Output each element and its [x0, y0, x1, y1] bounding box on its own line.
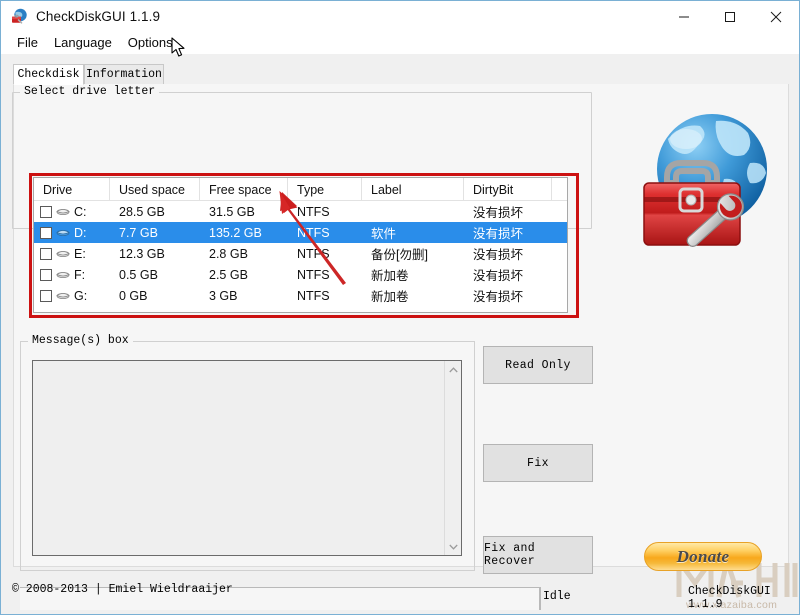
application-window: CheckDiskGUI 1.1.9 File Language Options… [0, 0, 800, 615]
drive-cell: C: [34, 201, 110, 222]
window-controls [661, 1, 799, 32]
label-cell: 备份[勿删] [371, 248, 428, 262]
drive-cell: D: [34, 222, 110, 243]
drive-cell: E: [34, 243, 110, 264]
donate-button[interactable]: Donate [644, 542, 762, 571]
dirtybit-cell: 没有损坏 [473, 227, 524, 241]
type-cell: NTFS [297, 204, 330, 219]
message-text[interactable] [33, 361, 444, 555]
window-title: CheckDiskGUI 1.1.9 [36, 9, 161, 24]
scroll-up-icon[interactable] [445, 361, 462, 378]
fix-button[interactable]: Fix [483, 444, 593, 482]
title-bar: CheckDiskGUI 1.1.9 [1, 1, 799, 32]
used-space-cell: 0 GB [119, 288, 148, 303]
status-divider [540, 587, 541, 610]
free-space-cell: 2.5 GB [209, 267, 248, 282]
drive-cell: F: [34, 264, 110, 285]
column-header-used-space[interactable]: Used space [110, 178, 200, 201]
row-checkbox[interactable] [40, 226, 52, 239]
read-only-button[interactable]: Read Only [483, 346, 593, 384]
type-cell: NTFS [297, 267, 330, 282]
hard-disk-icon [56, 251, 70, 257]
column-header-filler [552, 178, 567, 201]
free-space-cell: 2.8 GB [209, 246, 248, 261]
tab-strip: Checkdisk Information [13, 64, 789, 85]
column-header-label[interactable]: Label [362, 178, 464, 201]
type-cell: NTFS [297, 288, 330, 303]
table-row[interactable]: C: 28.5 GB 31.5 GB NTFS 没有损坏 [34, 201, 567, 222]
row-checkbox[interactable] [40, 247, 52, 260]
free-space-cell: 135.2 GB [209, 225, 262, 240]
drive-letter: C: [74, 204, 87, 219]
message-scrollbar[interactable] [444, 361, 461, 555]
drive-letter: D: [74, 225, 87, 240]
menu-item-language[interactable]: Language [46, 34, 120, 52]
status-state: Idle [543, 590, 571, 603]
column-header-dirtybit[interactable]: DirtyBit [464, 178, 552, 201]
fix-and-recover-button[interactable]: Fix and Recover [483, 536, 593, 574]
drive-group-legend: Select drive letter [20, 85, 160, 98]
minimize-button[interactable] [661, 1, 707, 32]
tab-information[interactable]: Information [84, 64, 164, 85]
drive-letter: G: [74, 288, 88, 303]
scroll-down-icon[interactable] [445, 538, 462, 555]
label-cell: 软件 [371, 227, 397, 241]
column-header-free-space[interactable]: Free space [200, 178, 288, 201]
dirtybit-cell: 没有损坏 [473, 269, 524, 283]
row-checkbox[interactable] [40, 289, 52, 302]
hard-disk-icon [56, 293, 70, 299]
column-header-drive[interactable]: Drive [34, 178, 110, 201]
drive-letter: F: [74, 267, 86, 282]
used-space-cell: 7.7 GB [119, 225, 158, 240]
menu-bar: File Language Options [1, 32, 799, 54]
drive-letter: E: [74, 246, 86, 261]
column-header-type[interactable]: Type [288, 178, 362, 201]
free-space-cell: 31.5 GB [209, 204, 255, 219]
close-button[interactable] [753, 1, 799, 32]
table-row[interactable]: D: 7.7 GB 135.2 GB NTFS 软件 没有损坏 [34, 222, 567, 243]
globe-toolbox-icon [620, 101, 782, 257]
donate-label: Donate [676, 546, 730, 566]
table-row[interactable]: G: 0 GB 3 GB NTFS 新加卷 没有损坏 [34, 285, 567, 306]
label-cell: 新加卷 [371, 290, 409, 304]
label-cell [362, 201, 464, 222]
dirtybit-cell: 没有损坏 [473, 290, 524, 304]
hard-disk-icon [56, 272, 70, 278]
used-space-cell: 12.3 GB [119, 246, 165, 261]
drive-list-header: Drive Used space Free space Type Label D… [34, 178, 567, 201]
label-cell: 新加卷 [371, 269, 409, 283]
drive-list[interactable]: Drive Used space Free space Type Label D… [33, 177, 568, 313]
dirtybit-cell: 没有损坏 [473, 206, 524, 220]
table-row[interactable]: F: 0.5 GB 2.5 GB NTFS 新加卷 没有损坏 [34, 264, 567, 285]
hard-disk-icon [56, 209, 70, 215]
mouse-cursor [171, 37, 185, 57]
message-group-legend: Message(s) box [28, 334, 133, 347]
table-row[interactable]: E: 12.3 GB 2.8 GB NTFS 备份[勿删] 没有损坏 [34, 243, 567, 264]
row-checkbox[interactable] [40, 205, 52, 218]
hard-disk-icon [56, 230, 70, 236]
app-icon [10, 8, 28, 26]
used-space-cell: 28.5 GB [119, 204, 165, 219]
free-space-cell: 3 GB [209, 288, 238, 303]
used-space-cell: 0.5 GB [119, 267, 158, 282]
tab-checkdisk[interactable]: Checkdisk [13, 64, 84, 85]
copyright-text: © 2008-2013 | Emiel Wieldraaijer [12, 583, 233, 596]
type-cell: NTFS [297, 246, 330, 261]
dirtybit-cell: 没有损坏 [473, 248, 524, 262]
maximize-button[interactable] [707, 1, 753, 32]
menu-item-file[interactable]: File [9, 34, 46, 52]
drive-cell: G: [34, 285, 110, 306]
type-cell: NTFS [297, 225, 330, 240]
app-version-label: CheckDiskGUI 1.1.9 [688, 585, 771, 611]
row-checkbox[interactable] [40, 268, 52, 281]
message-box[interactable] [32, 360, 462, 556]
